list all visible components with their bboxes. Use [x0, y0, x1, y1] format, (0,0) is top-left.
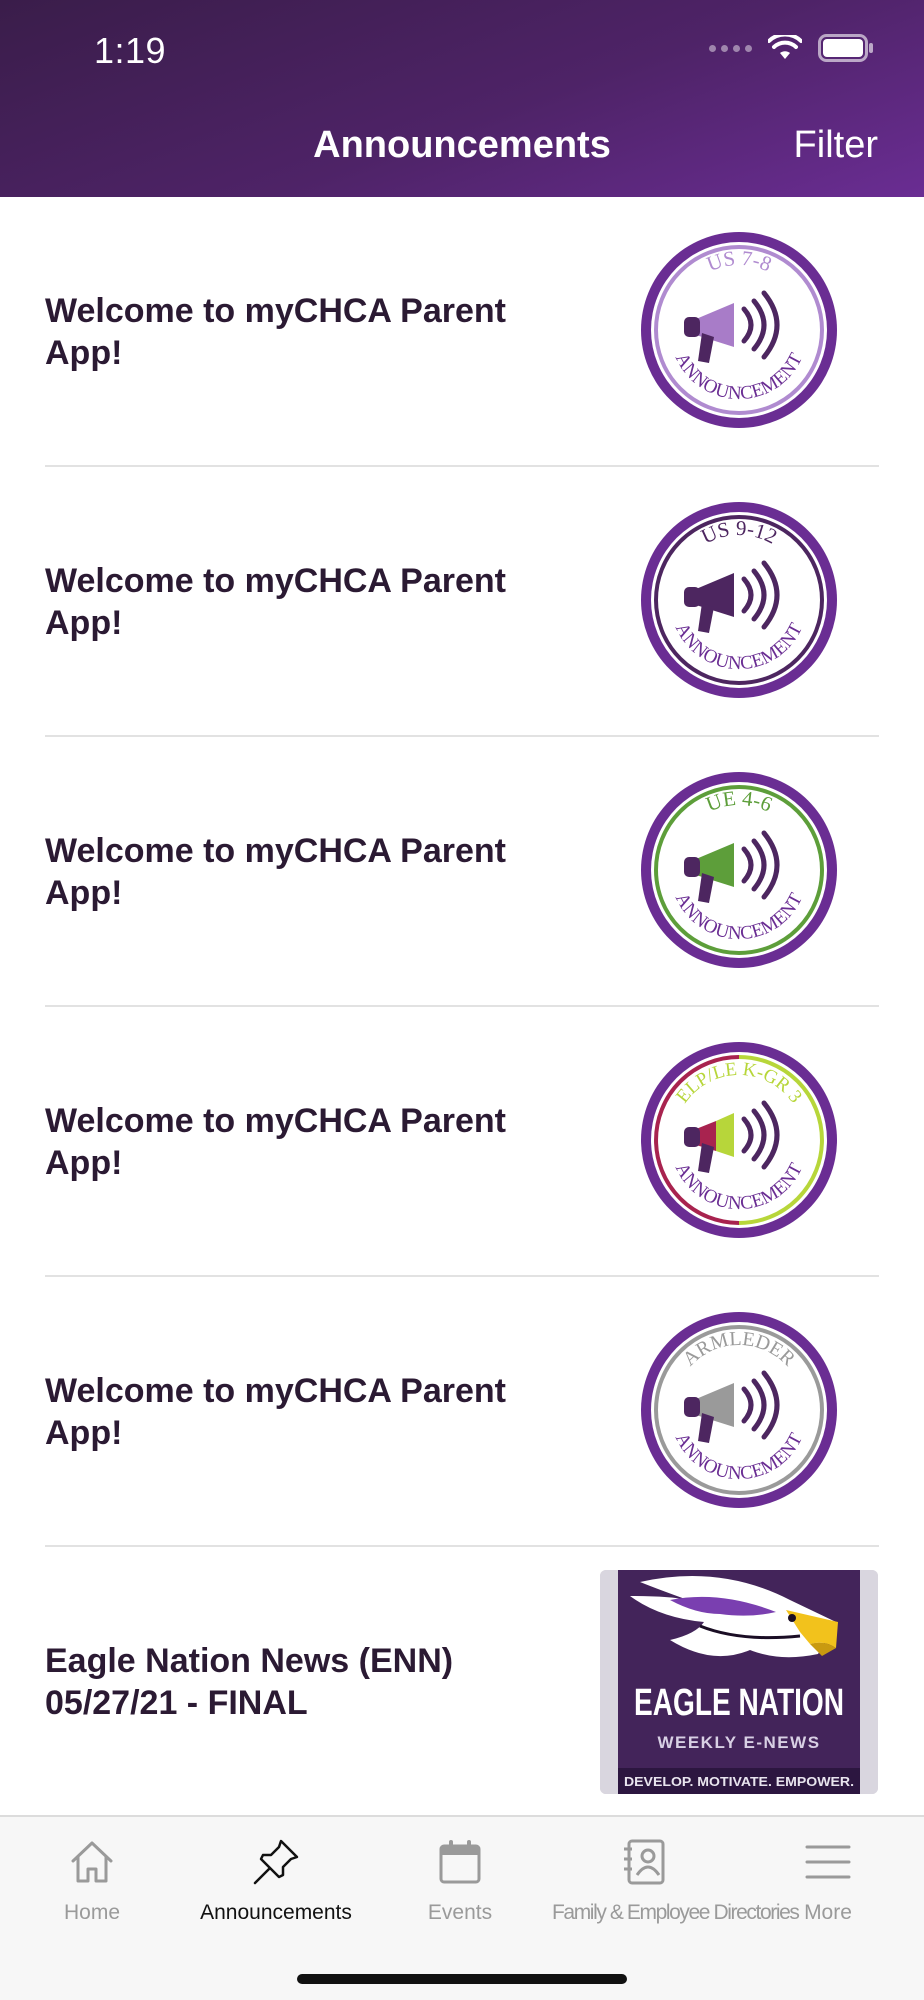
tab-label: Family & Employee Directories: [552, 1901, 800, 1924]
announcement-badge-us-7-8: US 7-8 ANNOUNCEMENT: [636, 227, 842, 433]
tab-label: Events: [427, 1901, 493, 1924]
calendar-icon: [439, 1840, 481, 1884]
announcement-badge-elp-le-k-gr-3: ELP/LE K-GR 3 ANNOUNCEMENT: [636, 1037, 842, 1243]
announcement-badge-us-9-12: US 9-12 ANNOUNCEMENT: [636, 497, 842, 703]
home-indicator[interactable]: [297, 1974, 627, 1984]
announcement-item[interactable]: Welcome to myCHCA Parent App! ARMLEDER A…: [0, 1277, 924, 1547]
tab-more[interactable]: More: [736, 1837, 920, 1925]
announcement-item[interactable]: Welcome to myCHCA Parent App! US 7-8 ANN…: [0, 197, 924, 467]
announcement-item[interactable]: Eagle Nation News (ENN) 05/27/21 - FINAL…: [0, 1547, 924, 1817]
tab-bar: Home Announcements Events Family & Emplo…: [0, 1815, 924, 2000]
image-headline: EAGLE NATION: [634, 1682, 844, 1724]
tab-label: More: [804, 1901, 852, 1924]
announcement-title: Eagle Nation News (ENN) 05/27/21 - FINAL: [45, 1642, 454, 1722]
announcement-list: Welcome to myCHCA Parent App! US 7-8 ANN…: [0, 197, 924, 1817]
tab-events[interactable]: Events: [368, 1837, 552, 1925]
image-subheadline: WEEKLY E-NEWS: [657, 1733, 820, 1752]
status-time: 1:19: [94, 30, 167, 71]
announcement-title: Welcome to myCHCA Parent App!: [45, 562, 506, 642]
cellular-signal-icon: [709, 44, 752, 52]
tab-announcements[interactable]: Announcements: [184, 1837, 368, 1925]
announcement-title: Welcome to myCHCA Parent App!: [45, 1372, 506, 1452]
tab-label: Announcements: [200, 1901, 352, 1924]
page-title: Announcements: [313, 124, 611, 166]
announcement-title: Welcome to myCHCA Parent App!: [45, 1102, 506, 1182]
tab-home[interactable]: Home: [0, 1837, 184, 1925]
announcement-title: Welcome to myCHCA Parent App!: [45, 292, 506, 372]
announcement-item[interactable]: Welcome to myCHCA Parent App! UE 4-6 ANN…: [0, 737, 924, 1007]
navigation-header: 1:19 Announcements Filter: [0, 0, 924, 197]
announcement-badge-armleder: ARMLEDER ANNOUNCEMENT: [636, 1307, 842, 1513]
announcement-title: Welcome to myCHCA Parent App!: [45, 832, 506, 912]
announcement-item[interactable]: Welcome to myCHCA Parent App! US 9-12 AN…: [0, 467, 924, 737]
battery-icon: [818, 34, 873, 62]
announcement-item[interactable]: Welcome to myCHCA Parent App! ELP/LE K-G…: [0, 1007, 924, 1277]
filter-button[interactable]: Filter: [794, 124, 878, 167]
tab-directories[interactable]: Family & Employee Directories: [552, 1837, 800, 1925]
image-tagline: DEVELOP. MOTIVATE. EMPOWER.: [624, 1774, 854, 1789]
eagle-nation-thumbnail: EAGLE NATION WEEKLY E-NEWS DEVELOP. MOTI…: [600, 1570, 878, 1794]
home-icon: [71, 1841, 113, 1883]
wifi-icon: [768, 35, 802, 59]
announcement-badge-ue-4-6: UE 4-6 ANNOUNCEMENT: [636, 767, 842, 973]
contact-book-icon: [624, 1839, 665, 1885]
pushpin-icon: [253, 1839, 299, 1885]
menu-icon: [805, 1845, 851, 1879]
status-icons: [709, 34, 874, 62]
tab-label: Home: [63, 1901, 121, 1924]
